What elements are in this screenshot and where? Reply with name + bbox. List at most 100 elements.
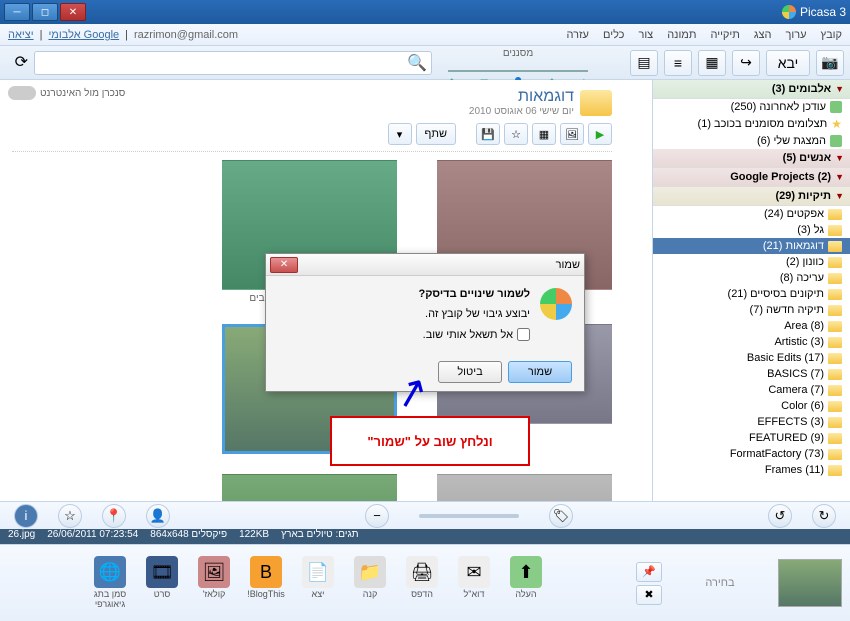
bottom-tool[interactable]: 📄יצא <box>295 556 341 600</box>
sidebar-item[interactable]: תיקונים בסיסיים (21) <box>653 286 850 302</box>
tray-thumbnail[interactable] <box>778 559 842 607</box>
person-icon[interactable]: 👤 <box>146 504 170 528</box>
sidebar-section[interactable]: ▼תיקיות (29) <box>653 187 850 206</box>
geotag-icon[interactable]: 📍 <box>102 504 126 528</box>
sidebar-item[interactable]: (9) FEATURED <box>653 430 850 446</box>
sidebar-item[interactable]: המצגת שלי (6) <box>653 133 850 149</box>
folder-icon <box>828 225 842 236</box>
menu-item[interactable]: קובץ <box>821 29 842 41</box>
tag-icon[interactable]: 🏷 <box>549 504 573 528</box>
bottom-tool[interactable]: ✉דוא"ל <box>451 556 497 600</box>
share-button[interactable]: שתף <box>416 123 456 145</box>
star-icon[interactable]: ☆ <box>504 123 528 145</box>
filter-slider[interactable]: מסננים ★⬆👤▣⬆ <box>438 48 598 77</box>
view-timeline-icon[interactable]: ▤ <box>630 50 658 76</box>
folder-icon <box>828 257 842 268</box>
close-window-button[interactable]: ✕ <box>60 3 86 21</box>
album-date: יום שישי 06 אוגוסט 2010 <box>469 106 574 117</box>
album-icon <box>830 135 842 147</box>
save-button[interactable]: שמור <box>508 361 572 383</box>
sidebar-item[interactable]: ★תצלומים מסומנים בכוכב (1) <box>653 115 850 133</box>
export-icon[interactable]: ↪ <box>732 50 760 76</box>
menu-item[interactable]: צור <box>638 29 653 41</box>
tray-pin-icon[interactable]: 📌 <box>636 562 662 582</box>
tool-icon: B <box>250 556 282 588</box>
sidebar-section[interactable]: ▼אנשים (5) <box>653 149 850 168</box>
sidebar-item[interactable]: עודכן לאחרונה (250) <box>653 99 850 115</box>
folder-icon <box>828 209 842 220</box>
bottom-tool[interactable]: ⬆העלה <box>503 556 549 600</box>
sidebar: ▼אלבומים (3)עודכן לאחרונה (250)★תצלומים … <box>652 80 850 524</box>
search-input[interactable] <box>39 57 407 69</box>
star-icon: ★ <box>831 117 842 131</box>
dialog-close-button[interactable]: ✕ <box>270 257 298 273</box>
tool-icon: 🎞 <box>146 556 178 588</box>
bottom-tool[interactable]: 📁קנה <box>347 556 393 600</box>
sidebar-item[interactable]: כוונון (2) <box>653 254 850 270</box>
bottom-panel: בחירה 📌 ✖ ⬆העלה✉דוא"ל🖨הדפס📁קנה📄יצאBBlogT… <box>0 544 850 621</box>
dont-ask-checkbox[interactable]: אל תשאל אותי שוב. <box>418 328 530 341</box>
sidebar-item[interactable]: (73) FormatFactory <box>653 446 850 462</box>
sidebar-section[interactable]: ▼Google Projects (2) <box>653 168 850 187</box>
import-button[interactable]: יבא <box>766 50 810 76</box>
movie-icon[interactable]: 🖼 <box>560 123 584 145</box>
sidebar-item[interactable]: דוגמאות (21) <box>653 238 850 254</box>
google-albums-link[interactable]: אלבומי Google <box>48 29 119 41</box>
sidebar-item[interactable]: (3) Artistic <box>653 334 850 350</box>
folder-icon <box>828 353 842 364</box>
bottom-tool[interactable]: 🌐סמן בתג גיאוגרפי <box>87 556 133 610</box>
rotate-right-icon[interactable]: ↻ <box>812 504 836 528</box>
menu-item[interactable]: תיקייה <box>710 29 739 41</box>
share-dropdown[interactable]: ▾ <box>388 123 412 145</box>
sidebar-item[interactable]: תיקיה חדשה (7) <box>653 302 850 318</box>
info-icon[interactable]: i <box>14 504 38 528</box>
bottom-tool[interactable]: 🖨הדפס <box>399 556 445 600</box>
sidebar-item[interactable]: אפקטים (24) <box>653 206 850 222</box>
sidebar-item[interactable]: גל (3) <box>653 222 850 238</box>
view-list-icon[interactable]: ≡ <box>664 50 692 76</box>
sidebar-item[interactable]: (7) Camera <box>653 382 850 398</box>
menu-item[interactable]: ערוך <box>786 29 807 41</box>
sidebar-item[interactable]: (3) EFFECTS <box>653 414 850 430</box>
sync-toggle[interactable]: סנכרן מול האינטרנט <box>8 86 125 100</box>
rotate-left-icon[interactable]: ↺ <box>768 504 792 528</box>
menu-item[interactable]: תמונה <box>667 29 696 41</box>
bottom-tool[interactable]: BBlogThis! <box>243 556 289 600</box>
folder-icon <box>828 241 842 252</box>
menu-item[interactable]: עזרה <box>566 29 588 41</box>
minimize-button[interactable]: ─ <box>4 3 30 21</box>
sidebar-item[interactable]: (6) Color <box>653 398 850 414</box>
sidebar-section[interactable]: ▼אלבומים (3) <box>653 80 850 99</box>
search-box[interactable]: 🔍 <box>34 51 432 75</box>
bottom-tool[interactable]: 🖼קולאז' <box>191 556 237 600</box>
sidebar-item[interactable]: (7) BASICS <box>653 366 850 382</box>
zoom-slider[interactable] <box>419 514 519 518</box>
tool-icon: 🖨 <box>406 556 438 588</box>
view-grid-icon[interactable]: ▦ <box>698 50 726 76</box>
menu-item[interactable]: הצג <box>754 29 772 41</box>
tool-icon: ✉ <box>458 556 490 588</box>
folder-icon <box>828 289 842 300</box>
camera-icon[interactable]: 📷 <box>816 50 844 76</box>
sidebar-item[interactable]: (11) Frames <box>653 462 850 478</box>
sidebar-item[interactable]: (17) Basic Edits <box>653 350 850 366</box>
folder-icon <box>828 433 842 444</box>
sidebar-item[interactable]: עריכה (8) <box>653 270 850 286</box>
folder-icon <box>828 449 842 460</box>
tool-icon: 🖼 <box>198 556 230 588</box>
status-datetime: 26/06/2011 07:23:54 <box>47 529 138 540</box>
search-icon: 🔍 <box>407 53 427 73</box>
play-button[interactable]: ▶ <box>588 123 612 145</box>
cancel-button[interactable]: ביטול <box>438 361 502 383</box>
exit-link[interactable]: יציאה <box>8 29 34 41</box>
collage-icon[interactable]: ▦ <box>532 123 556 145</box>
save-disk-icon[interactable]: 💾 <box>476 123 500 145</box>
folder-icon <box>828 417 842 428</box>
bottom-tool[interactable]: 🎞סרט <box>139 556 185 600</box>
sidebar-item[interactable]: (8) Area <box>653 318 850 334</box>
tray-clear-icon[interactable]: ✖ <box>636 585 662 605</box>
menu-item[interactable]: כלים <box>603 29 624 41</box>
star-tool-icon[interactable]: ☆ <box>58 504 82 528</box>
maximize-button[interactable]: ◻ <box>32 3 58 21</box>
zoom-out-icon[interactable]: − <box>365 504 389 528</box>
